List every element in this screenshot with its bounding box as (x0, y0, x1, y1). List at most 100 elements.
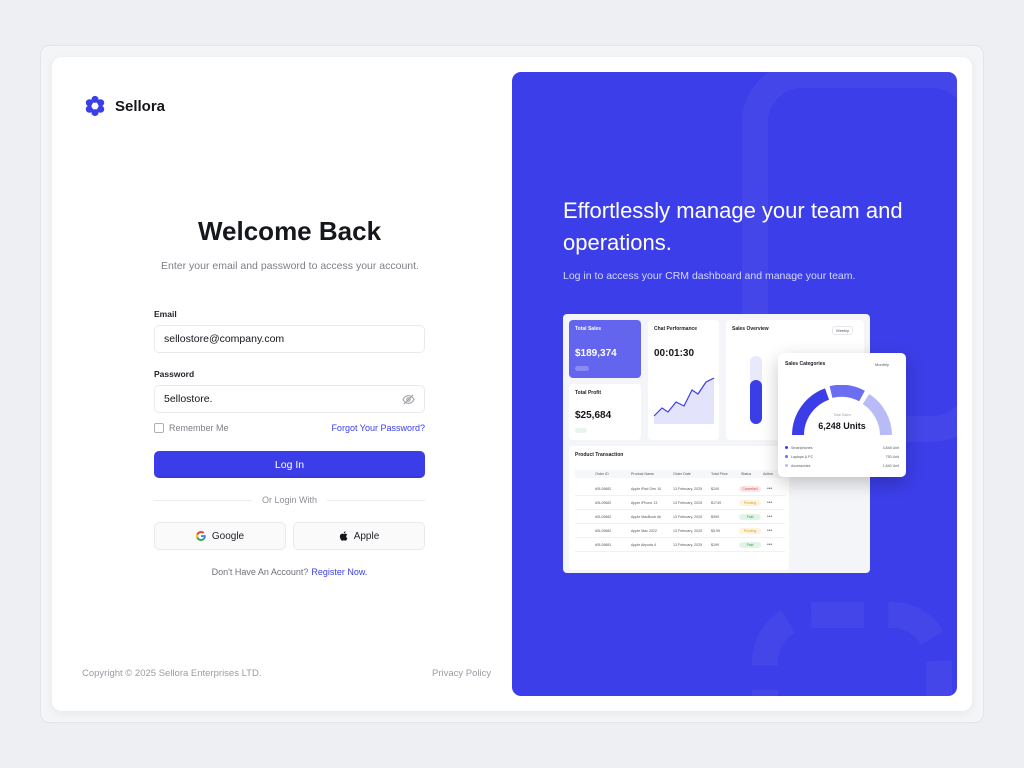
date-cell: 13 February, 2025 (673, 528, 703, 533)
remember-checkbox[interactable] (154, 423, 164, 433)
apple-icon (339, 531, 348, 541)
legend-value: 3,848 Unit (882, 445, 899, 450)
privacy-policy-link[interactable]: Privacy Policy (432, 668, 491, 679)
google-login-button[interactable]: Google (154, 522, 286, 550)
hero-decoration (752, 602, 952, 696)
legend-item: Laptops & PC 750 Unit (785, 452, 899, 461)
chat-performance-title: Chat Performance (654, 326, 698, 332)
gauge-center-value: 6,248 Units (818, 421, 866, 431)
col-price: Total Price (711, 472, 728, 476)
legend-value: 750 Unit (885, 454, 899, 459)
sales-overview-filter[interactable]: Weekly (832, 326, 854, 335)
status-badge: Pending (739, 499, 761, 506)
more-icon[interactable]: ••• (767, 514, 772, 520)
remember-me[interactable]: Remember Me (154, 423, 229, 433)
total-sales-value: $189,374 (575, 348, 617, 359)
status-badge: Paid (739, 513, 761, 520)
flower-logo-icon (85, 95, 105, 117)
order-id-cell: #SL098821-76 (595, 514, 611, 519)
brand-name: Sellora (115, 97, 166, 115)
legend-name: Accessories (791, 463, 811, 468)
hero-panel: Effortlessly manage your team and operat… (512, 72, 957, 696)
status-badge: Cancelled (739, 485, 761, 492)
chat-performance-card: Chat Performance 00:01:30 (648, 320, 719, 440)
email-label: Email (154, 309, 177, 319)
or-login-divider: Or Login With (154, 495, 425, 505)
date-cell: 13 February, 2025 (673, 486, 703, 491)
profit-badge (575, 428, 587, 433)
brand-logo[interactable]: Sellora (84, 95, 165, 117)
register-prompt: Don't Have An Account? Register Now. (154, 567, 425, 577)
legend-item: Smartphones 3,848 Unit (785, 443, 899, 452)
legend-value: 1,640 Unit (882, 463, 899, 468)
google-icon (195, 531, 206, 541)
password-field[interactable] (154, 385, 425, 413)
legend-item: Accessories 1,640 Unit (785, 461, 899, 470)
product-cell: Apple iPhone 13 (631, 500, 658, 505)
status-badge: Pending (739, 527, 761, 534)
total-sales-title: Total Sales (575, 326, 602, 332)
legend-name: Smartphones (791, 445, 813, 450)
apple-login-button[interactable]: Apple (293, 522, 425, 550)
order-id-cell: #SL098817-06 (595, 542, 611, 547)
table-row[interactable]: #SL098821-04 Apple iPhone 13 13 February, … (575, 496, 785, 510)
remember-label: Remember Me (169, 423, 229, 433)
eye-off-icon[interactable] (401, 392, 415, 406)
product-cell: Apple iPad Gen 10 (631, 486, 661, 491)
total-profit-card: Total Profit $25,684 (569, 384, 641, 440)
order-id-cell: #SL098820-99 (595, 528, 611, 533)
total-sales-card: Total Sales $189,374 (569, 320, 641, 378)
page-subtitle: Enter your email and password to access … (161, 260, 419, 272)
total-sales-badge (575, 366, 589, 371)
divider-text: Or Login With (261, 495, 318, 505)
product-cell: Apple Airpods 4 (631, 542, 657, 547)
col-product: Product Name (631, 472, 654, 476)
sales-categories-card: Sales Categories Monthly Total Sales 6,2… (778, 353, 906, 477)
register-link[interactable]: Register Now. (311, 567, 367, 577)
col-order-id: Order ID (595, 472, 609, 476)
legend-name: Laptops & PC (791, 454, 814, 459)
google-label: Google (211, 530, 245, 542)
copyright-text: Copyright © 2025 Sellora Enterprises LTD… (82, 668, 262, 679)
date-cell: 13 February, 2025 (673, 542, 703, 547)
col-date: Order Date (673, 472, 691, 476)
login-button[interactable]: Log In (154, 451, 425, 478)
total-profit-title: Total Profit (575, 390, 602, 396)
sales-overview-title: Sales Overview (732, 326, 769, 332)
table-row[interactable]: #SL098821-06 Apple iPad Gen 10 13 February… (575, 482, 785, 496)
legend-dot (785, 446, 788, 449)
sales-categories-filter[interactable]: Monthly (872, 361, 892, 368)
more-icon[interactable]: ••• (767, 528, 772, 534)
sales-categories-title: Sales Categories (785, 361, 826, 367)
email-field[interactable] (154, 325, 425, 353)
password-label: Password (154, 369, 195, 379)
price-cell: $999 (711, 514, 719, 519)
more-icon[interactable]: ••• (767, 486, 772, 492)
date-cell: 13 February, 2025 (673, 514, 703, 519)
table-row[interactable]: #SL098817-06 Apple Airpods 4 13 February, … (575, 538, 785, 552)
overview-bar-fill (750, 380, 762, 424)
col-status: Status (741, 472, 752, 476)
product-transaction-card: Product Transaction Order ID Product Nam… (569, 446, 789, 570)
legend-dot (785, 464, 788, 467)
price-cell: $1749 (711, 500, 721, 505)
divider-line (154, 499, 252, 501)
order-id-cell: #SL098821-04 (595, 500, 611, 505)
table-row[interactable]: #SL098821-76 Apple MacBook Air M2 13 Febru… (575, 510, 785, 524)
more-icon[interactable]: ••• (767, 500, 772, 506)
table-row[interactable]: #SL098820-99 Apple Mac 2022 13 February, 2… (575, 524, 785, 538)
chat-performance-value: 00:01:30 (654, 348, 695, 359)
more-icon[interactable]: ••• (767, 542, 772, 548)
date-cell: 13 February, 2025 (673, 500, 703, 505)
password-input[interactable] (164, 393, 401, 405)
forgot-password-link[interactable]: Forgot Your Password? (331, 423, 425, 433)
email-input[interactable] (164, 333, 415, 345)
hero-subtitle: Log in to access your CRM dashboard and … (563, 270, 856, 282)
chat-performance-chart (653, 377, 715, 424)
status-badge: Paid (739, 541, 761, 548)
no-account-text: Don't Have An Account? (211, 567, 309, 577)
price-cell: $249 (711, 486, 719, 491)
order-id-cell: #SL098821-06 (595, 486, 611, 491)
transaction-title: Product Transaction (575, 452, 624, 458)
sales-categories-legend: Smartphones 3,848 Unit Laptops & PC 750 Uni… (785, 443, 899, 470)
